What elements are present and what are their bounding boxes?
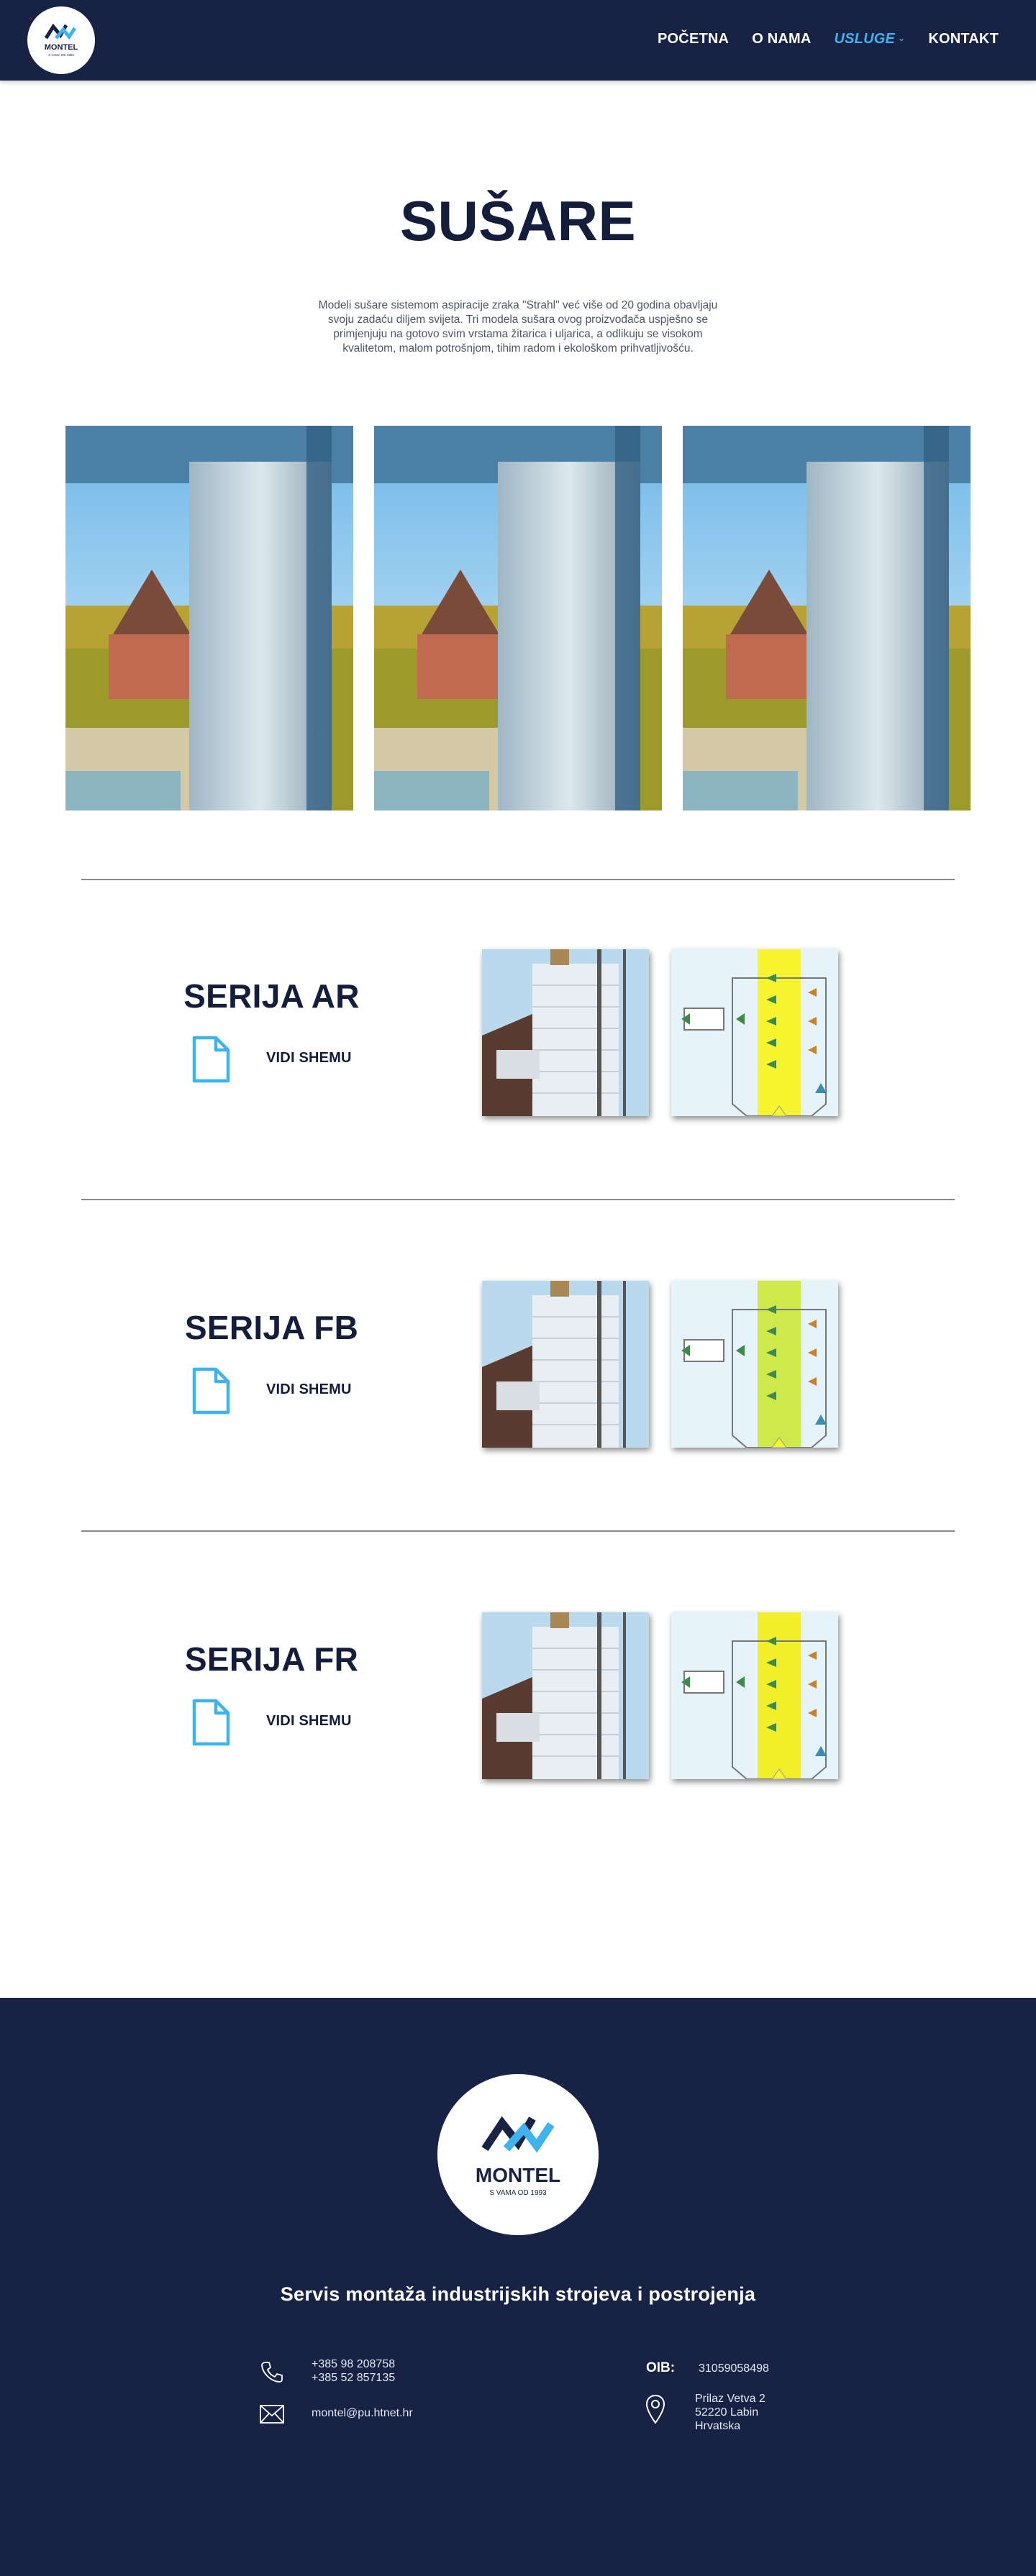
chevron-down-icon: ⌄	[898, 33, 906, 43]
series-fb-photo[interactable]	[482, 1281, 649, 1448]
airflow-scheme-diagram	[671, 949, 838, 1116]
vidi-shemu-link-fr[interactable]: VIDI SHEMU	[266, 1713, 352, 1730]
footer-logo-subtitle: S VAMA OD 1993	[489, 2189, 547, 2197]
series-title-fr: SERIJA FR	[184, 1640, 359, 1678]
footer-montel-logo[interactable]: MONTEL S VAMA OD 1993	[437, 2074, 599, 2235]
svg-text:S VAMA OD 1993: S VAMA OD 1993	[48, 53, 74, 57]
nav-usluge-label: USLUGE	[834, 31, 896, 47]
series-fb-scheme[interactable]	[671, 1281, 838, 1448]
series-title-ar: SERIJA AR	[183, 977, 360, 1015]
airflow-scheme-diagram	[671, 1612, 838, 1779]
series-title-fb: SERIJA FB	[184, 1309, 359, 1346]
phone-number-2[interactable]: +385 52 857135	[312, 2371, 395, 2385]
address-line-1: Prilaz Vetva 2	[695, 2393, 765, 2405]
document-icon[interactable]	[191, 1036, 230, 1083]
gallery-photo-2[interactable]	[374, 426, 662, 810]
vidi-shemu-link-ar[interactable]: VIDI SHEMU	[266, 1050, 352, 1067]
gallery-photo-1[interactable]	[65, 426, 353, 810]
map-pin-icon	[645, 2394, 665, 2424]
nav-pocetna[interactable]: POČETNA	[658, 31, 729, 47]
svg-text:MONTEL: MONTEL	[45, 43, 78, 52]
section-divider	[81, 1199, 955, 1200]
gallery-photo-3[interactable]	[683, 426, 971, 810]
grain-dryer-tower-photo	[683, 426, 971, 810]
series-fr-scheme[interactable]	[671, 1612, 838, 1779]
intro-text: Modeli sušare sistemom aspiracije zraka …	[318, 299, 718, 355]
dryer-photo-thumbnail	[482, 1281, 649, 1448]
document-icon[interactable]	[191, 1367, 230, 1415]
footer-logo-name: MONTEL	[476, 2164, 560, 2186]
series-ar-scheme[interactable]	[671, 949, 838, 1116]
oib-label: OIB:	[646, 2360, 676, 2375]
section-divider	[81, 1530, 955, 1532]
section-divider	[81, 879, 955, 880]
airflow-scheme-diagram	[671, 1281, 838, 1448]
grain-dryer-tower-photo	[374, 426, 662, 810]
site-footer: MONTEL S VAMA OD 1993 Servis montaža ind…	[0, 1998, 1036, 2576]
phone-icon	[261, 2362, 283, 2383]
document-icon[interactable]	[191, 1699, 230, 1746]
series-fr-photo[interactable]	[482, 1612, 649, 1779]
nav-usluge[interactable]: USLUGE ⌄	[835, 31, 906, 47]
vidi-shemu-link-fb[interactable]: VIDI SHEMU	[266, 1381, 352, 1398]
grain-dryer-tower-photo	[65, 426, 353, 810]
page-title: SUŠARE	[399, 189, 637, 252]
dryer-photo-thumbnail	[482, 1612, 649, 1779]
address-line-2: 52220 Labin	[695, 2406, 759, 2419]
address-line-3: Hrvatska	[695, 2420, 741, 2432]
montel-logo[interactable]: MONTEL S VAMA OD 1993	[27, 6, 95, 74]
nav-o-nama[interactable]: O NAMA	[752, 31, 811, 47]
nav-kontakt[interactable]: KONTAKT	[928, 31, 999, 47]
series-ar-photo[interactable]	[482, 949, 649, 1116]
dryer-photo-thumbnail	[482, 949, 649, 1116]
site-header: MONTEL S VAMA OD 1993 POČETNA O NAMA USL…	[0, 0, 1036, 81]
envelope-icon	[260, 2405, 284, 2424]
oib-value: 31059058498	[699, 2362, 769, 2375]
email-link[interactable]: montel@pu.htnet.hr	[312, 2406, 413, 2420]
footer-tagline: Servis montaža industrijskih strojeva i …	[280, 2283, 756, 2305]
phone-number-1[interactable]: +385 98 208758	[312, 2357, 395, 2371]
main-nav: POČETNA O NAMA USLUGE ⌄ KONTAKT	[658, 31, 999, 47]
